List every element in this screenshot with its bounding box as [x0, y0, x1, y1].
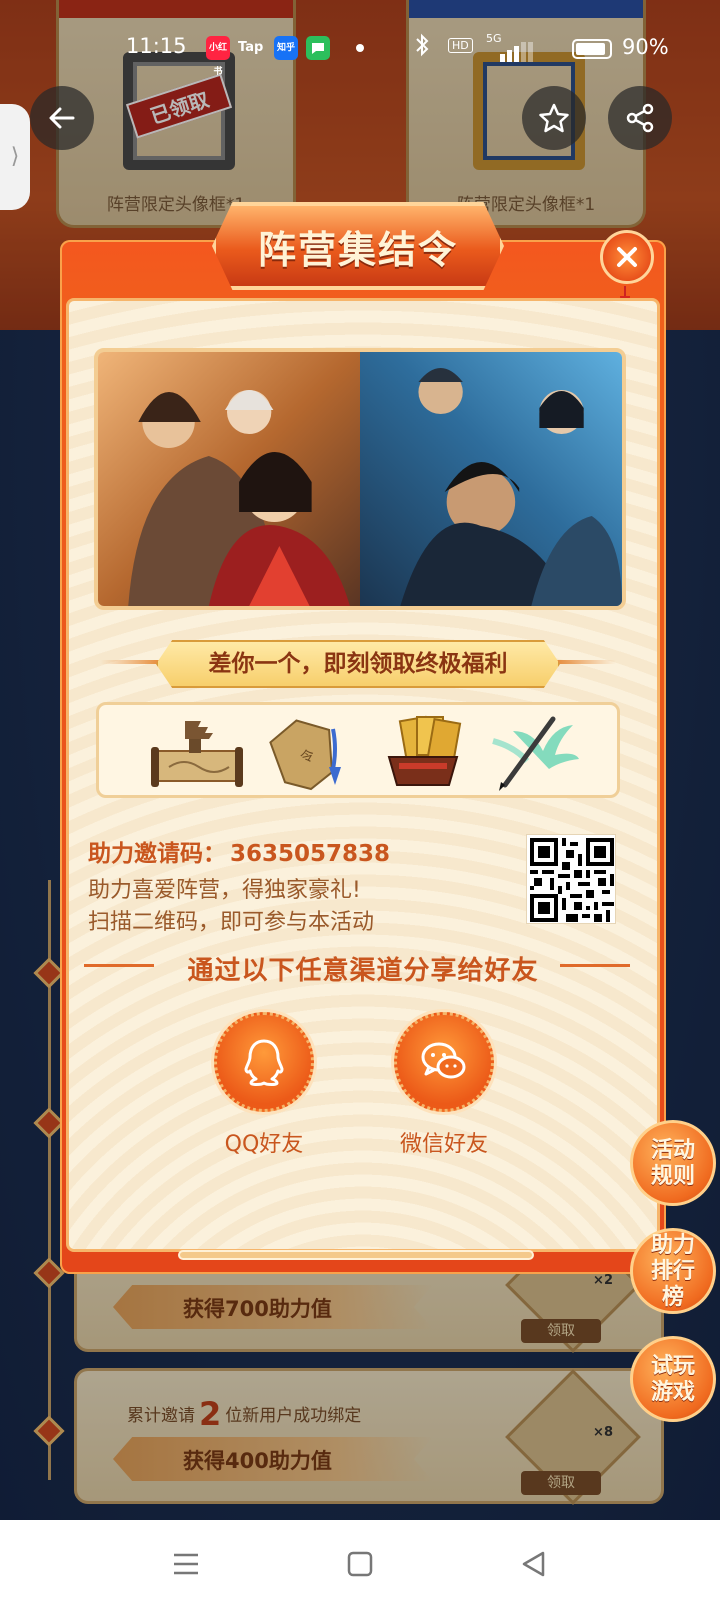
invite-desc-2: 扫描二维码，即可参与本活动: [88, 910, 375, 935]
benefit-banner-text: 差你一个，即刻领取终极福利: [208, 650, 508, 677]
battery-icon: [572, 39, 612, 59]
star-icon: [539, 103, 569, 133]
close-button[interactable]: [600, 230, 654, 284]
xiaohongshu-icon: 小红书: [206, 36, 230, 77]
heroes-illustration-right: [400, 368, 622, 606]
banner-wing-left: [100, 660, 160, 664]
qq-share-button[interactable]: [214, 1012, 314, 1112]
messages-icon: [306, 36, 330, 60]
heroes-illustration-left: [128, 390, 350, 606]
arrow-left-icon: [49, 107, 75, 129]
menu-icon: [174, 1553, 198, 1575]
try-game-button[interactable]: 试玩游戏: [630, 1336, 716, 1422]
status-bar: 11:15 小红书 Tap 知乎 HD 5G 90%: [0, 28, 720, 77]
back-button[interactable]: [30, 86, 94, 150]
qr-code[interactable]: [526, 834, 616, 924]
invite-code-line: 助力邀请码： 3635057838: [88, 834, 390, 868]
try-game-label: 试玩游戏: [650, 1353, 695, 1405]
share-title: 通过以下任意渠道分享给好友: [60, 950, 666, 987]
home-button[interactable]: [340, 1544, 380, 1584]
side-drawer-tab[interactable]: ⟩: [0, 104, 30, 210]
bluetooth-icon: [414, 32, 430, 64]
activity-rules-button[interactable]: 活动规则: [630, 1120, 716, 1206]
home-square-icon: [347, 1551, 373, 1577]
wechat-share-label[interactable]: 微信好友: [379, 1126, 509, 1158]
faction-art-blue: [360, 352, 622, 606]
share-title-text: 通过以下任意渠道分享给好友: [187, 956, 539, 986]
battery-level: [576, 43, 605, 55]
qq-share-label[interactable]: QQ好友: [199, 1126, 329, 1158]
wechat-icon: [421, 1042, 466, 1079]
pagoda-scroll-icon: [149, 711, 245, 793]
system-back-button[interactable]: [514, 1544, 554, 1584]
invite-code-value[interactable]: 3635057838: [230, 841, 390, 867]
tap-icon: Tap: [238, 40, 264, 55]
hd-badge: HD: [448, 38, 473, 53]
close-icon: [617, 247, 637, 267]
status-time: 11:15: [126, 34, 187, 58]
jade-token-icon: 令: [259, 711, 355, 793]
zhihu-icon: 知乎: [274, 36, 298, 60]
signal-bars-icon: [500, 38, 535, 62]
faction-artwork: [94, 348, 626, 610]
favorite-button[interactable]: [522, 86, 586, 150]
invite-code-label: 助力邀请码：: [88, 841, 226, 867]
qr-code-icon: [530, 838, 614, 922]
modal-bottom-decoration: [178, 1250, 534, 1260]
faction-art-red: [98, 352, 360, 606]
notification-dot-icon: [356, 44, 364, 52]
gold-cards-chest-icon: [375, 711, 471, 793]
menu-button[interactable]: [166, 1544, 206, 1584]
invite-desc-1: 助力喜爱阵营，得独家豪礼!: [88, 878, 361, 903]
qq-penguin-icon: [244, 1039, 284, 1086]
phoenix-brush-icon: [483, 711, 579, 793]
benefit-banner: 差你一个，即刻领取终极福利: [156, 640, 560, 688]
back-triangle-icon: [522, 1551, 545, 1577]
activity-rules-label: 活动规则: [650, 1137, 695, 1189]
wechat-share-button[interactable]: [394, 1012, 494, 1112]
reward-items-strip: 令: [96, 702, 620, 798]
share-icon: [626, 103, 654, 133]
system-navigation-bar: [0, 1520, 720, 1608]
share-button[interactable]: [608, 86, 672, 150]
modal-title: 阵营集结令: [257, 226, 458, 272]
invite-modal: 阵营集结令 差你一个，即刻领取终极福利 令 助力邀请码： 3635057838 …: [60, 202, 666, 1274]
leaderboard-label: 助力排行榜: [650, 1232, 695, 1310]
leaderboard-button[interactable]: 助力排行榜: [630, 1228, 716, 1314]
battery-percent: 90%: [622, 35, 669, 59]
modal-title-plate: 阵营集结令: [212, 202, 504, 290]
banner-wing-right: [556, 660, 616, 664]
